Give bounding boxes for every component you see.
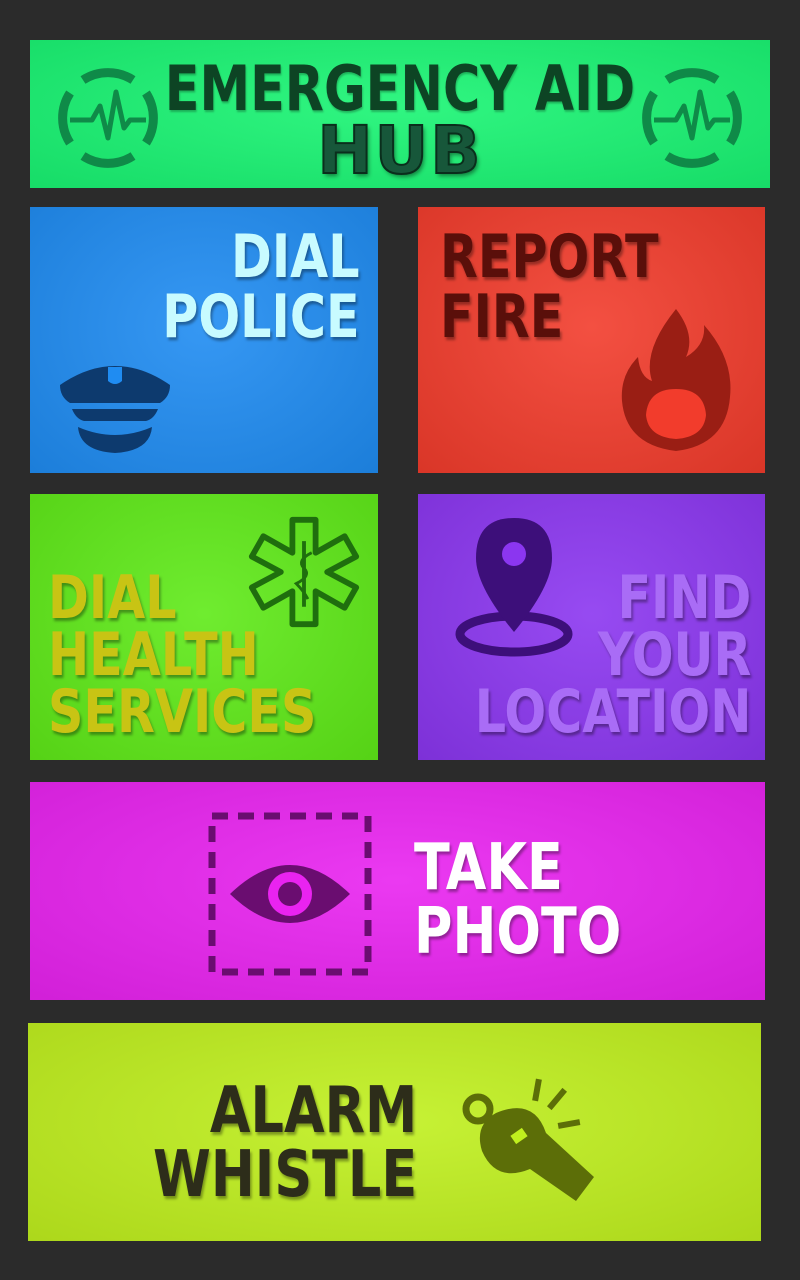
label-line: WHISTLE (152, 1138, 417, 1212)
police-cap-icon (60, 366, 170, 453)
label-line: YOUR (597, 620, 751, 690)
whistle-icon (462, 1078, 594, 1201)
label-line: FIND (617, 563, 751, 633)
dial-police-label: DIAL POLICE (163, 227, 360, 347)
app-title: EMERGENCY AID (164, 52, 636, 125)
label-line: DIAL (231, 222, 360, 292)
label-line: DIAL (48, 563, 177, 633)
alarm-whistle-label: ALARM WHISTLE (153, 1079, 417, 1207)
find-location-button[interactable]: FIND YOUR LOCATION (418, 494, 765, 760)
app-subtitle: HUB (316, 112, 483, 188)
label-line: REPORT (440, 222, 659, 292)
take-photo-button[interactable]: TAKE PHOTO (30, 782, 765, 1000)
label-line: SERVICES (48, 677, 317, 747)
alarm-whistle-button[interactable]: ALARM WHISTLE (28, 1023, 761, 1241)
app-header: EMERGENCY AID HUB (30, 40, 770, 188)
camera-eye-icon (208, 812, 372, 976)
take-photo-label: TAKE PHOTO (414, 836, 621, 964)
label-line: HEALTH (48, 620, 259, 690)
label-line: PHOTO (414, 895, 622, 969)
flame-icon (621, 309, 731, 451)
app-screen: EMERGENCY AID HUB DIAL POLICE REPORT FIR… (0, 0, 800, 1280)
label-line: TAKE (414, 831, 563, 905)
label-line: LOCATION (474, 677, 751, 747)
dial-police-button[interactable]: DIAL POLICE (30, 207, 378, 473)
label-line: POLICE (162, 282, 360, 352)
label-line: ALARM (209, 1074, 417, 1148)
dial-health-services-button[interactable]: DIAL HEALTH SERVICES (30, 494, 378, 760)
report-fire-button[interactable]: REPORT FIRE (418, 207, 765, 473)
dial-health-services-label: DIAL HEALTH SERVICES (48, 563, 317, 747)
find-location-label: FIND YOUR LOCATION (474, 563, 751, 747)
